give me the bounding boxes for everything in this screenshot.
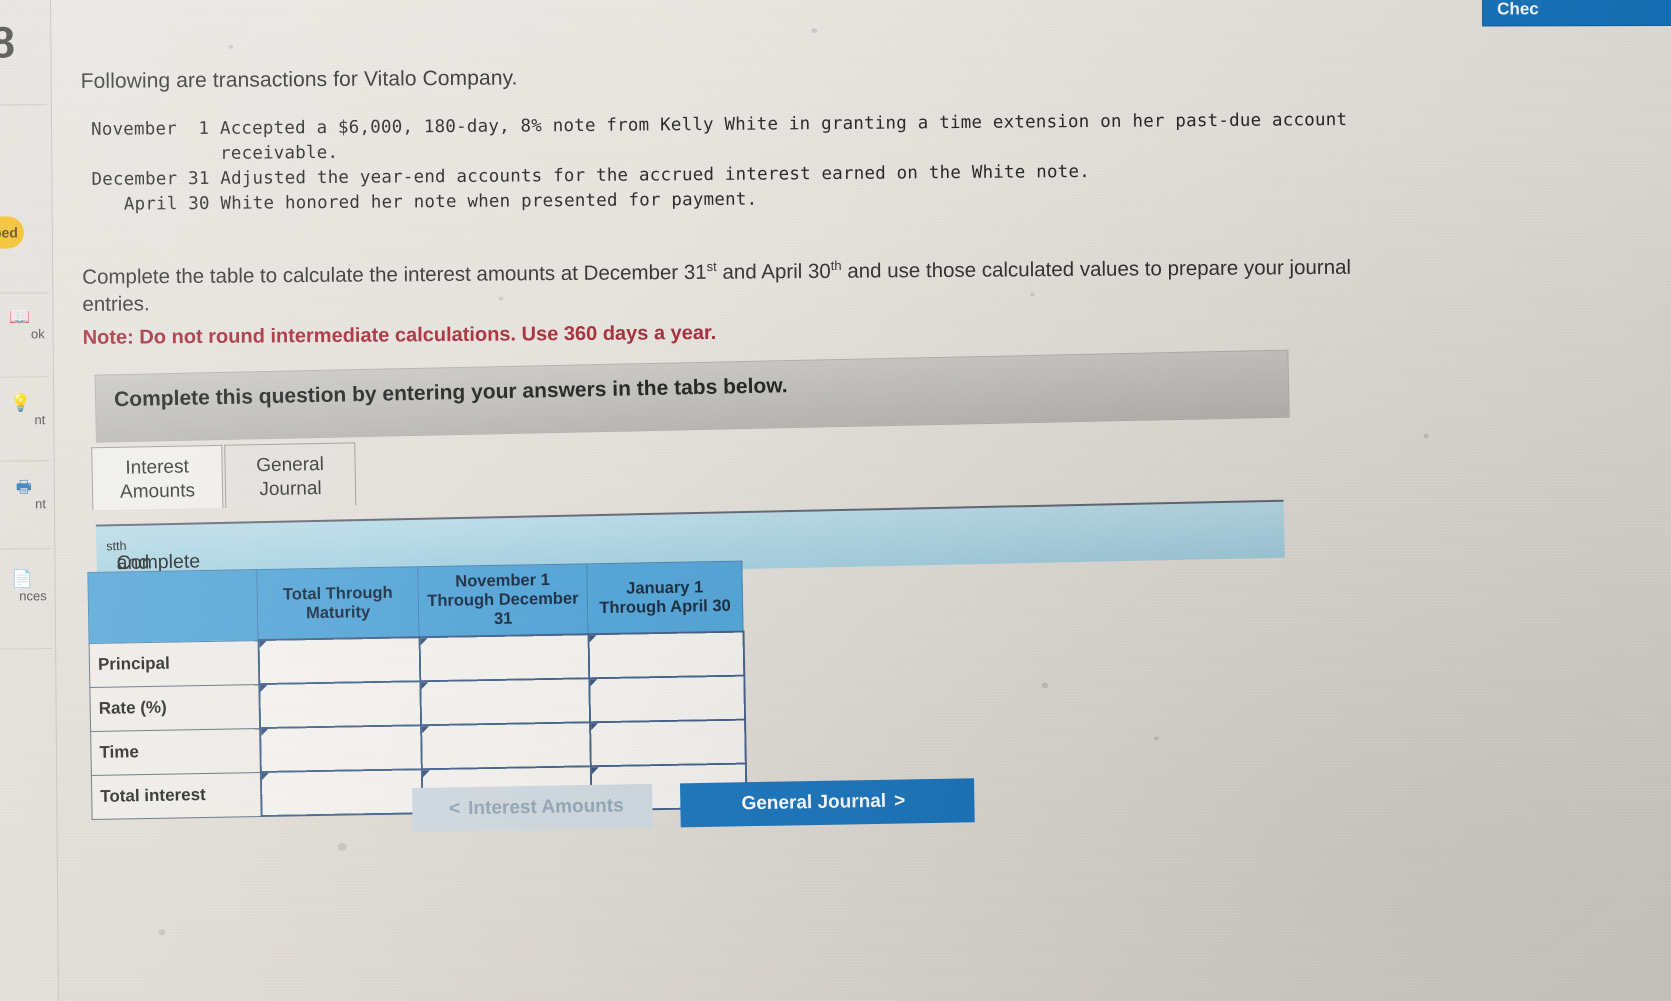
photo-speck <box>1030 292 1035 297</box>
photo-speck <box>158 929 166 936</box>
input-rate-maturity[interactable] <box>258 681 421 729</box>
references-icon: 📄 <box>11 569 33 589</box>
sidebar-divider <box>0 460 50 462</box>
screenshot-root: 8 ped 📖 ok 💡 nt 🖶 nt 📄 nces Chec Followi… <box>0 0 1671 1001</box>
input-rate-nov-dec[interactable] <box>419 678 590 726</box>
transaction-list: November 1 Accepted a $6,000, 180-day, 8… <box>81 107 1482 218</box>
print-icon: 🖶 <box>15 477 32 497</box>
tab-label-line1: General <box>256 453 325 477</box>
table-header-row: Total Through Maturity November 1 Throug… <box>87 561 743 644</box>
instruction-sup-2: th <box>830 257 842 274</box>
row-label-time: Time <box>90 728 261 776</box>
sidebar-item-label: nt <box>35 496 47 512</box>
sidebar-divider <box>0 548 51 550</box>
chevron-left-icon: < <box>448 798 461 820</box>
transaction-text: White honored her note when presented fo… <box>220 189 758 214</box>
photo-speck <box>1153 736 1159 741</box>
sidebar-divider <box>0 104 47 106</box>
sidebar-status-badge: ped <box>0 216 24 249</box>
transaction-date: December 31 <box>91 168 210 190</box>
next-tab-button[interactable]: General Journal > <box>679 778 975 828</box>
problem-lead-text: Following are transactions for Vitalo Co… <box>80 66 518 93</box>
page-canvas: 8 ped 📖 ok 💡 nt 🖶 nt 📄 nces Chec Followi… <box>0 0 1671 1001</box>
column-header-jan1-through-apr30: January 1 Through April 30 <box>586 561 743 635</box>
interest-amounts-table-wrapper: Total Through Maturity November 1 Throug… <box>87 561 747 820</box>
row-label-total-interest: Total interest <box>91 772 262 819</box>
photo-speck <box>337 842 347 851</box>
book-icon: 📖 <box>9 307 31 327</box>
photo-speck <box>811 28 818 34</box>
interest-amounts-table: Total Through Maturity November 1 Throug… <box>87 561 747 820</box>
next-tab-label: General Journal <box>741 790 887 815</box>
input-time-jan-apr[interactable] <box>589 719 746 767</box>
previous-tab-button[interactable]: < Interest Amounts <box>412 783 653 833</box>
tabs-banner-label: Complete this question by entering your … <box>113 374 788 412</box>
input-principal-nov-dec[interactable] <box>419 634 589 682</box>
sidebar-item-label: ok <box>30 326 45 342</box>
tabs-banner: Complete this question by entering your … <box>94 349 1290 443</box>
sidebar-divider <box>0 376 49 378</box>
table-corner-header <box>87 569 259 644</box>
sidebar-item-hint[interactable]: 💡 nt <box>0 393 49 428</box>
sidebar-item-print[interactable]: 🖶 nt <box>0 477 50 512</box>
tab-label-line2: Journal <box>259 478 322 501</box>
sidebar-divider <box>0 648 52 650</box>
input-principal-maturity[interactable] <box>258 637 420 685</box>
sidebar-item-references[interactable]: 📄 nces <box>0 569 51 604</box>
tab-label-line1: Interest <box>125 456 189 479</box>
tab-interest-amounts[interactable]: Interest Amounts <box>91 444 224 511</box>
tab-label-line2: Amounts <box>119 480 196 503</box>
row-label-rate: Rate (%) <box>89 684 260 732</box>
instruction-sup-1: st <box>706 258 717 275</box>
input-time-nov-dec[interactable] <box>420 722 591 770</box>
tab-general-journal[interactable]: General Journal <box>224 442 357 508</box>
row-label-principal: Principal <box>89 640 259 688</box>
transaction-date: April 30 <box>91 193 210 215</box>
check-answer-button[interactable]: Chec <box>1482 0 1671 27</box>
input-total-interest-maturity[interactable] <box>260 769 423 817</box>
transaction-text: receivable. <box>220 142 339 164</box>
photo-speck <box>1423 433 1429 439</box>
input-principal-jan-apr[interactable] <box>588 631 744 679</box>
transaction-date: November 1 <box>90 118 210 140</box>
note-text: Note: Do not round intermediate calculat… <box>82 321 717 349</box>
tab-instruction-text: Complete the table to calculate the inte… <box>106 539 211 781</box>
tab-bar: Interest Amounts General Journal <box>91 442 357 511</box>
subbanner-sup-1: st <box>106 539 117 554</box>
input-time-maturity[interactable] <box>259 725 422 773</box>
column-header-nov1-through-dec31: November 1 Through December 31 <box>417 563 589 638</box>
sidebar-divider <box>0 292 49 294</box>
input-rate-jan-apr[interactable] <box>588 675 745 723</box>
sidebar-item-ebook[interactable]: 📖 ok <box>0 307 49 342</box>
column-header-total-through-maturity: Total Through Maturity <box>256 566 420 641</box>
instruction-part-2: and April 30 <box>716 259 831 284</box>
photo-speck <box>498 296 504 301</box>
tab-navigation: < Interest Amounts General Journal > <box>412 778 975 833</box>
transaction-text: Adjusted the year-end accounts for the a… <box>220 162 1090 189</box>
hint-icon: 💡 <box>9 393 32 413</box>
photo-speck <box>1041 682 1049 689</box>
sidebar-item-label: nces <box>19 588 47 604</box>
question-number: 8 <box>0 18 15 68</box>
question-content: Following are transactions for Vitalo Co… <box>81 59 1483 350</box>
previous-tab-label: Interest Amounts <box>468 795 624 820</box>
left-sidebar: 8 ped 📖 ok 💡 nt 🖶 nt 📄 nces <box>0 0 60 1001</box>
chevron-right-icon: > <box>893 790 906 812</box>
sidebar-item-label: nt <box>34 412 46 428</box>
photo-speck <box>228 44 234 49</box>
instruction-paragraph: Complete the table to calculate the inte… <box>82 247 1422 317</box>
instruction-part-1: Complete the table to calculate the inte… <box>82 260 707 289</box>
